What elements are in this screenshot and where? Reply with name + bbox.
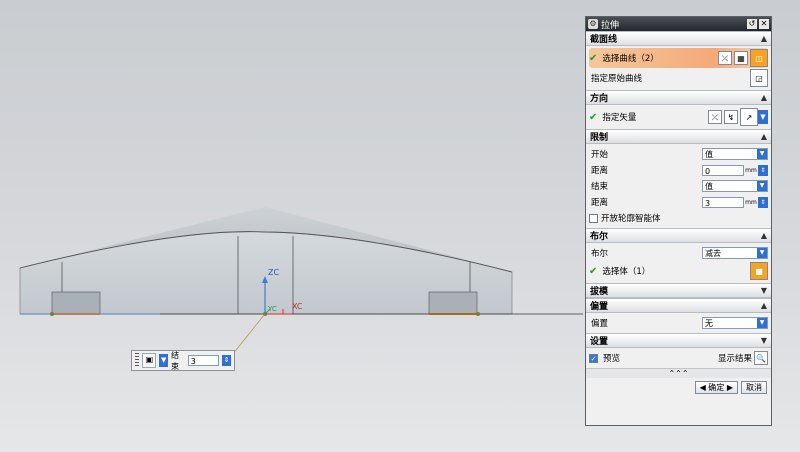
section-header-limits[interactable]: 限制 ▲	[586, 129, 771, 144]
section-header-draft[interactable]: 拔模 ▼	[586, 283, 771, 298]
grip-handle[interactable]	[135, 353, 140, 368]
curve-rule-icon[interactable]: ⤫	[718, 51, 732, 65]
chevron-up-icon: ▲	[760, 132, 767, 141]
yc-label: YC	[268, 305, 277, 313]
section-header-direction[interactable]: 方向 ▲	[586, 90, 771, 105]
show-result-label: 显示结果	[717, 354, 752, 364]
section-curve-icon[interactable]: ◫	[750, 49, 768, 67]
chevron-up-icon: ▲	[760, 231, 767, 240]
vector-icon[interactable]: ↗	[740, 108, 758, 126]
section-header-boolean[interactable]: 布尔 ▲	[586, 228, 771, 243]
start-distance-row: 距离 0 mm ⇕	[589, 162, 768, 178]
ok-button[interactable]: ◀ 确定 ▶	[694, 381, 738, 394]
unit-label: mm	[745, 166, 757, 174]
close-icon[interactable]: ✕	[759, 19, 769, 29]
boolean-option-select[interactable]: 减去 ▼	[702, 247, 768, 259]
on-screen-input-bar: ▣ ▼ 结束 3 ⇕	[131, 350, 235, 371]
chevron-down-icon: ▼	[760, 336, 767, 345]
zc-label: ZC	[268, 268, 280, 277]
extrude-dialog: ⚙ 拉伸 ↺ ✕ 截面线 ▲ ✔ 选择曲线（2） ⤫ ▦ ◫ 指定原始曲线 ◲ …	[585, 16, 772, 426]
select-body-cube-icon[interactable]: ■	[750, 262, 768, 280]
preview-checkbox[interactable]: ✓	[589, 353, 598, 363]
select-body-row[interactable]: ✔ 选择体（1） ■	[589, 261, 768, 281]
end-distance-row: 距离 3 mm ⇕	[589, 194, 768, 210]
end-option-select[interactable]: 值 ▼	[702, 180, 768, 192]
end-value-input[interactable]: 3	[187, 355, 220, 366]
sketch-icon[interactable]: ▦	[734, 51, 748, 65]
check-icon: ✔	[589, 111, 598, 123]
offset-option-select[interactable]: 无 ▼	[702, 317, 768, 329]
chevron-down-icon: ▼	[757, 181, 767, 191]
value-cube-icon[interactable]: ▣	[142, 353, 157, 368]
origin-curve-icon[interactable]: ◲	[750, 69, 768, 87]
specify-vector-row[interactable]: ✔ 指定矢量 ⤫ ↯ ↗ ▼	[589, 107, 768, 127]
open-profile-checkbox[interactable]	[589, 213, 598, 223]
start-option-select[interactable]: 值 ▼	[702, 148, 768, 160]
spinner-button[interactable]: ⇕	[222, 355, 232, 366]
check-icon: ✔	[589, 265, 598, 277]
open-profile-row[interactable]: 开放轮廓智能体	[589, 210, 768, 226]
dialog-titlebar[interactable]: ⚙ 拉伸 ↺ ✕	[586, 17, 771, 31]
vector-dropdown-arrow[interactable]: ▼	[758, 110, 768, 124]
vector-reset-icon[interactable]: ⤫	[708, 110, 722, 124]
end-row: 结束 值 ▼	[589, 178, 768, 194]
start-row: 开始 值 ▼	[589, 146, 768, 162]
origin-curve-row[interactable]: 指定原始曲线 ◲	[589, 68, 768, 88]
chevron-up-icon: ▲	[760, 34, 767, 43]
spinner-button[interactable]: ⇕	[758, 164, 768, 176]
cancel-button[interactable]: 取消	[741, 381, 767, 394]
option-dropdown-arrow[interactable]: ▼	[159, 354, 168, 367]
chevron-down-icon: ▼	[757, 248, 767, 258]
unit-label: mm	[745, 198, 757, 206]
collapse-all-button[interactable]: ⌃⌃⌃	[586, 368, 771, 378]
boolean-row: 布尔 减去 ▼	[589, 245, 768, 261]
end-label: 结束	[171, 350, 179, 371]
reset-icon[interactable]: ↺	[747, 19, 757, 29]
right-door	[428, 291, 478, 315]
section-header-settings[interactable]: 设置 ▼	[586, 333, 771, 348]
preview-row: ✓ 预览 显示结果 🔍	[589, 350, 768, 366]
chevron-down-icon: ▼	[757, 149, 767, 159]
section-header-offset[interactable]: 偏置 ▲	[586, 298, 771, 313]
xc-label: XC	[292, 302, 303, 311]
chevron-up-icon: ▲	[760, 301, 767, 310]
left-door	[51, 291, 101, 315]
chevron-down-icon: ▼	[760, 286, 767, 295]
preview-label: 预览	[603, 354, 621, 364]
magnifier-icon[interactable]: 🔍	[754, 351, 768, 365]
check-icon: ✔	[589, 52, 598, 64]
start-distance-input[interactable]: 0	[702, 164, 744, 176]
gear-icon[interactable]: ⚙	[588, 19, 598, 29]
select-curve-row[interactable]: ✔ 选择曲线（2） ⤫ ▦ ◫	[589, 48, 768, 68]
chevron-down-icon: ▼	[757, 318, 767, 328]
chevron-up-icon: ▲	[760, 93, 767, 102]
model-view	[19, 207, 583, 356]
offset-row: 偏置 无 ▼	[589, 315, 768, 331]
section-header-curve[interactable]: 截面线 ▲	[586, 31, 771, 46]
end-distance-input[interactable]: 3	[702, 196, 744, 208]
dialog-title: 拉伸	[601, 20, 620, 31]
spinner-button[interactable]: ⇕	[758, 196, 768, 208]
graphics-viewport[interactable]: ZC YC XC ▣ ▼ 结束 3 ⇕	[0, 0, 583, 452]
reverse-direction-icon[interactable]: ↯	[724, 110, 738, 124]
